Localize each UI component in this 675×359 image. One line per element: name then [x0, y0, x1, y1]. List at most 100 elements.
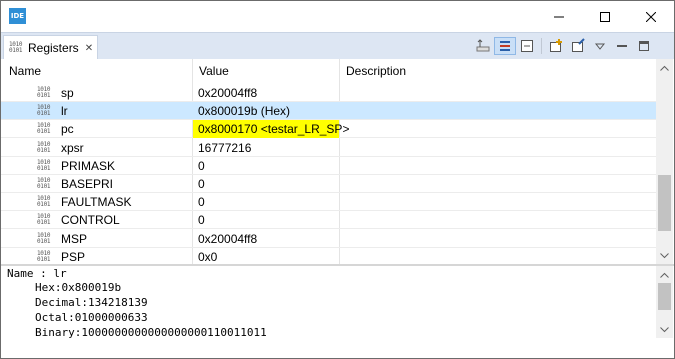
close-button[interactable]: [628, 1, 674, 32]
register-icon: 1010 0101: [37, 213, 51, 226]
table-row[interactable]: 1010 0101 FAULTMASK 0: [1, 193, 656, 211]
registers-window: IDE 1010 0101 Registers ✕ Name Value Des…: [0, 0, 675, 359]
register-value-cell[interactable]: 0: [193, 193, 339, 211]
details-decimal-line: Decimal:134218139: [35, 296, 148, 309]
register-name: MSP: [61, 232, 88, 246]
table-row[interactable]: 1010 0101 PSP 0x0: [1, 248, 656, 264]
register-icon: 1010 0101: [37, 250, 51, 263]
register-name-cell: 1010 0101 xpsr: [37, 139, 84, 157]
minimize-view-icon: [617, 45, 627, 47]
scroll-up-arrow[interactable]: [656, 59, 673, 76]
maximize-button[interactable]: [582, 1, 628, 32]
column-header-value[interactable]: Value: [193, 59, 340, 84]
register-value-cell[interactable]: 0x8000170 <testar_LR_SP>: [193, 120, 349, 138]
register-name: sp: [61, 86, 74, 100]
register-value-cell[interactable]: 0x20004ff8: [193, 230, 339, 248]
view-menu-button[interactable]: [589, 37, 611, 55]
chevron-down-icon: [660, 326, 669, 332]
minimize-button[interactable]: [536, 1, 582, 32]
toolbar-separator: [541, 38, 542, 54]
maximize-view-icon: [639, 41, 649, 51]
show-type-button[interactable]: [494, 37, 516, 55]
scroll-thumb[interactable]: [658, 175, 671, 231]
scroll-down-arrow[interactable]: [656, 247, 673, 264]
tab-close-icon[interactable]: ✕: [85, 43, 93, 54]
maximize-icon: [600, 11, 610, 22]
view-menu-icon: [594, 43, 606, 50]
select-icon: [476, 39, 490, 52]
view-toolbar: [472, 37, 655, 55]
register-icon: 1010 0101: [37, 86, 51, 99]
collapse-all-icon: [521, 40, 533, 52]
register-name: xpsr: [61, 141, 84, 155]
register-name: FAULTMASK: [61, 195, 132, 209]
register-name: PSP: [61, 250, 86, 264]
register-name-cell: 1010 0101 PRIMASK: [37, 157, 115, 175]
register-icon: 1010 0101: [37, 104, 51, 117]
table-row[interactable]: 1010 0101 CONTROL 0: [1, 211, 656, 229]
column-header-name[interactable]: Name: [1, 59, 193, 84]
close-icon: [646, 11, 656, 22]
details-binary-line: Binary:1000000000000000000110011011: [35, 326, 267, 339]
register-icon: 1010 0101: [37, 177, 51, 190]
table-row[interactable]: 1010 0101 sp 0x20004ff8: [1, 84, 656, 102]
register-name-cell: 1010 0101 BASEPRI: [37, 175, 113, 193]
register-icon: 1010 0101: [9, 41, 23, 54]
chevron-up-icon: [660, 272, 669, 278]
table-vertical-scrollbar[interactable]: [656, 59, 673, 264]
register-icon: 1010 0101: [37, 159, 51, 172]
register-name-cell: 1010 0101 pc: [37, 120, 74, 138]
register-name-cell: 1010 0101 MSP: [37, 230, 87, 248]
register-icon: 1010 0101: [37, 232, 51, 245]
table-row[interactable]: 1010 0101 PRIMASK 0: [1, 157, 656, 175]
details-hex-line: Hex:0x800019b: [35, 281, 122, 294]
add-group-button[interactable]: [545, 37, 567, 55]
register-name: BASEPRI: [61, 177, 114, 191]
register-name-cell: 1010 0101 PSP: [37, 248, 85, 264]
add-group-icon: [550, 39, 562, 52]
register-details-pane: Name : lr Hex:0x800019b Decimal:13421813…: [1, 266, 656, 358]
app-icon: IDE: [9, 8, 26, 24]
details-vertical-scrollbar[interactable]: [656, 266, 673, 338]
register-name: PRIMASK: [61, 159, 116, 173]
table-row[interactable]: 1010 0101 MSP 0x20004ff8: [1, 230, 656, 248]
select-button[interactable]: [472, 37, 494, 55]
show-type-icon: [500, 41, 510, 51]
minimize-icon: [554, 16, 564, 17]
register-value-cell[interactable]: 0x800019b (Hex): [193, 102, 339, 120]
register-value-cell[interactable]: 0x20004ff8: [193, 84, 339, 102]
chevron-up-icon: [660, 65, 669, 71]
table-row[interactable]: 1010 0101 xpsr 16777216: [1, 139, 656, 157]
register-value-cell[interactable]: 0: [193, 157, 339, 175]
table-row[interactable]: 1010 0101 BASEPRI 0: [1, 175, 656, 193]
register-value-cell[interactable]: 0: [193, 211, 339, 229]
register-icon: 1010 0101: [37, 195, 51, 208]
scroll-down-arrow[interactable]: [656, 321, 673, 338]
edit-group-button[interactable]: [567, 37, 589, 55]
table-header: Name Value Description: [1, 59, 656, 84]
title-bar: IDE: [1, 1, 674, 32]
chevron-down-icon: [660, 252, 669, 258]
table-row[interactable]: 1010 0101 pc 0x8000170 <testar_LR_SP>: [1, 120, 656, 138]
maximize-view-button[interactable]: [633, 37, 655, 55]
scroll-thumb[interactable]: [658, 283, 671, 310]
edit-group-icon: [572, 38, 585, 52]
register-name-cell: 1010 0101 CONTROL: [37, 211, 120, 229]
register-name-cell: 1010 0101 lr: [37, 102, 68, 120]
register-name: pc: [61, 122, 74, 136]
minimize-view-button[interactable]: [611, 37, 633, 55]
column-header-description[interactable]: Description: [340, 59, 656, 84]
register-value-cell[interactable]: 16777216: [193, 139, 339, 157]
register-value-cell[interactable]: 0x0: [193, 248, 339, 264]
collapse-all-button[interactable]: [516, 37, 538, 55]
register-name: lr: [61, 104, 68, 118]
register-name-cell: 1010 0101 sp: [37, 84, 74, 102]
scroll-up-arrow[interactable]: [656, 266, 673, 283]
register-name: CONTROL: [61, 213, 120, 227]
details-name-line: Name : lr: [7, 267, 67, 280]
tab-label: Registers: [28, 41, 79, 55]
register-value-cell[interactable]: 0: [193, 175, 339, 193]
table-row[interactable]: 1010 0101 lr 0x800019b (Hex): [1, 102, 656, 120]
tab-registers[interactable]: 1010 0101 Registers ✕: [3, 35, 98, 60]
registers-table: Name Value Description 1010 0101 sp 0x20004…: [1, 59, 674, 264]
